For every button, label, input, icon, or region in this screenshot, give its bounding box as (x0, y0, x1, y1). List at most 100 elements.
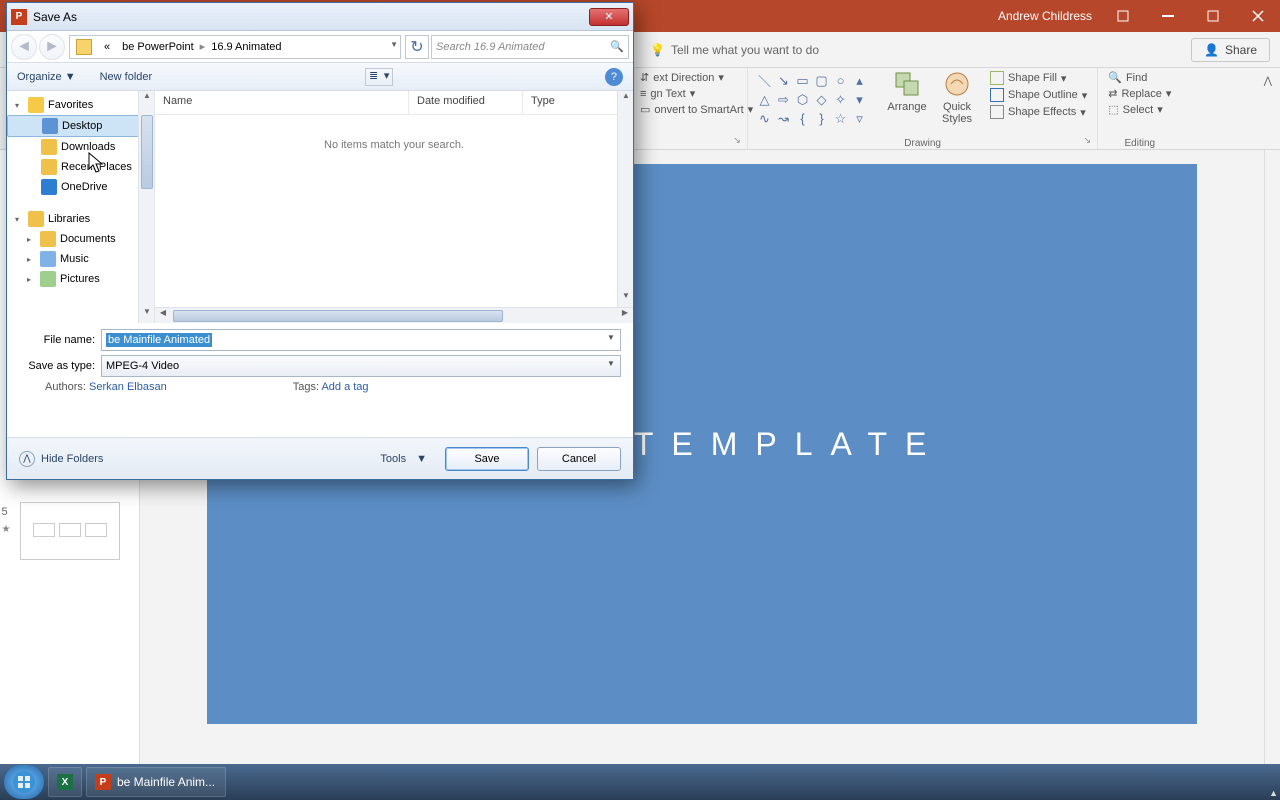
minimize-icon[interactable] (1145, 0, 1190, 32)
connector-shape-icon[interactable]: ↝ (775, 110, 792, 127)
search-icon[interactable]: 🔍 (610, 40, 624, 53)
scroll-thumb[interactable] (141, 115, 153, 189)
hide-folders-button[interactable]: ⋀ Hide Folders (19, 451, 103, 467)
shape-outline-button[interactable]: Shape Outline▾ (986, 87, 1091, 103)
nav-back-button[interactable]: ◄ (11, 34, 37, 60)
align-text-button[interactable]: ≡gn Text▾ (636, 86, 741, 101)
pp-user[interactable]: Andrew Childress (998, 9, 1092, 23)
hscroll-right-icon[interactable]: ▶ (617, 308, 633, 324)
fl-scroll-up-icon[interactable]: ▲ (618, 91, 634, 107)
tree-onedrive[interactable]: OneDrive (7, 177, 154, 197)
select-icon: ⬚ (1108, 103, 1118, 116)
save-button[interactable]: Save (445, 447, 529, 471)
cancel-button[interactable]: Cancel (537, 447, 621, 471)
column-modified[interactable]: Date modified (409, 91, 523, 114)
show-hidden-icons-icon[interactable]: ▲ (1269, 788, 1278, 798)
hexagon-shape-icon[interactable]: ⬡ (794, 91, 811, 108)
lbrace-shape-icon[interactable]: { (794, 110, 811, 127)
dialog-launcher-icon[interactable]: ↘ (731, 135, 743, 147)
start-button[interactable] (4, 765, 44, 799)
triangle-shape-icon[interactable]: △ (756, 91, 773, 108)
ribbon-display-icon[interactable] (1100, 0, 1145, 32)
tree-documents[interactable]: ▸Documents (7, 229, 154, 249)
tools-button[interactable]: Tools▼ (370, 449, 437, 469)
tree-recent-places[interactable]: Recent Places (7, 157, 154, 177)
quick-styles-button[interactable]: Quick Styles (932, 70, 982, 125)
rect-shape-icon[interactable]: ▭ (794, 72, 811, 89)
slide-thumb-5[interactable] (20, 502, 120, 560)
taskbar[interactable]: X P be Mainfile Anim... ▲ (0, 764, 1280, 800)
maximize-icon[interactable] (1190, 0, 1235, 32)
oval-shape-icon[interactable]: ○ (832, 72, 849, 89)
tree-favorites[interactable]: ▾Favorites (7, 95, 154, 115)
gallery-more-icon[interactable]: ▿ (851, 110, 868, 127)
breadcrumb[interactable]: « be PowerPoint ▸ 16.9 Animated ▼ (69, 35, 401, 59)
dialog-close-button[interactable]: ✕ (589, 8, 629, 26)
save-type-select[interactable]: MPEG-4 Video ▼ (101, 355, 621, 377)
callout-shape-icon[interactable]: ◇ (813, 91, 830, 108)
organize-button[interactable]: Organize ▼ (17, 71, 76, 83)
column-name[interactable]: Name (155, 91, 409, 114)
convert-smartart-button[interactable]: ▭onvert to SmartArt▾ (636, 102, 741, 117)
tree-pictures[interactable]: ▸Pictures (7, 269, 154, 289)
text-direction-button[interactable]: ⇵ext Direction▾ (636, 70, 741, 85)
more-shapes-up-icon[interactable]: ▴ (851, 72, 868, 89)
tree-downloads[interactable]: Downloads (7, 137, 154, 157)
tell-me-box[interactable]: 💡 Tell me what you want to do (650, 43, 1191, 57)
filelist-h-scrollbar[interactable]: ◀ ▶ (155, 307, 633, 323)
drawing-dialog-launcher-icon[interactable]: ↘ (1081, 135, 1093, 147)
arrow-shape-icon[interactable]: ⇨ (775, 91, 792, 108)
hscroll-left-icon[interactable]: ◀ (155, 308, 171, 324)
line-arrow-icon[interactable]: ↘ (775, 72, 792, 89)
line-shape-icon[interactable]: ＼ (756, 72, 773, 89)
file-list[interactable]: Name Date modified Type No items match y… (155, 91, 633, 323)
hscroll-thumb[interactable] (173, 310, 503, 322)
help-icon[interactable]: ? (605, 68, 623, 86)
nav-forward-button[interactable]: ► (39, 34, 65, 60)
search-input[interactable]: Search 16.9 Animated 🔍 (431, 35, 629, 59)
replace-button[interactable]: ⇄Replace▾ (1104, 86, 1175, 101)
shapes-gallery[interactable]: ＼ ↘ ▭ ▢ ○ ▴ △ ⇨ ⬡ ◇ ✧ ▾ ∿ ↝ { } ☆ ▿ (754, 70, 882, 129)
nav-tree[interactable]: ▾Favorites Desktop Downloads Recent Plac… (7, 91, 155, 323)
dialog-titlebar[interactable]: P Save As ✕ (7, 3, 633, 31)
favorites-label: Favorites (48, 99, 93, 111)
breadcrumb-prefix[interactable]: « (98, 41, 116, 53)
close-icon[interactable] (1235, 0, 1280, 32)
vertical-scrollbar[interactable] (1264, 150, 1280, 768)
curve-shape-icon[interactable]: ∿ (756, 110, 773, 127)
tree-music[interactable]: ▸Music (7, 249, 154, 269)
fl-scroll-down-icon[interactable]: ▼ (618, 291, 634, 307)
refresh-button[interactable]: ↻ (405, 35, 429, 59)
share-button[interactable]: 👤 Share (1191, 38, 1270, 62)
rbrace-shape-icon[interactable]: } (813, 110, 830, 127)
shape-effects-button[interactable]: Shape Effects▾ (986, 104, 1091, 120)
arrange-button[interactable]: Arrange (882, 70, 932, 113)
tree-desktop[interactable]: Desktop (7, 115, 154, 137)
star5-shape-icon[interactable]: ☆ (832, 110, 849, 127)
save-type-dropdown-icon[interactable]: ▼ (604, 359, 618, 373)
shape-fill-button[interactable]: Shape Fill▾ (986, 70, 1091, 86)
view-options-button[interactable]: ≣▾ (365, 68, 393, 86)
breadcrumb-item-2[interactable]: 16.9 Animated (205, 41, 287, 53)
tree-libraries[interactable]: ▾Libraries (7, 209, 154, 229)
select-button[interactable]: ⬚Select▾ (1104, 102, 1175, 117)
taskbar-excel[interactable]: X (48, 767, 82, 797)
file-name-input[interactable]: be Mainfile Animated ▼ (101, 329, 621, 351)
scroll-down-icon[interactable]: ▼ (139, 307, 155, 323)
find-button[interactable]: 🔍Find (1104, 70, 1175, 85)
collapse-ribbon-icon[interactable]: ⋀ (1264, 76, 1272, 87)
tags-value[interactable]: Add a tag (321, 381, 368, 393)
rounded-rect-icon[interactable]: ▢ (813, 72, 830, 89)
taskbar-powerpoint[interactable]: P be Mainfile Anim... (86, 767, 226, 797)
authors-value[interactable]: Serkan Elbasan (89, 381, 167, 393)
breadcrumb-dropdown-icon[interactable]: ▼ (390, 40, 398, 49)
tree-scrollbar[interactable]: ▲ ▼ (138, 91, 154, 323)
scroll-up-icon[interactable]: ▲ (139, 91, 155, 107)
breadcrumb-item-1[interactable]: be PowerPoint (116, 41, 200, 53)
star-shape-icon[interactable]: ✧ (832, 91, 849, 108)
filelist-v-scrollbar[interactable]: ▲ ▼ (617, 91, 633, 307)
pictures-label: Pictures (60, 273, 100, 285)
more-shapes-down-icon[interactable]: ▾ (851, 91, 868, 108)
new-folder-button[interactable]: New folder (100, 71, 153, 83)
file-name-dropdown-icon[interactable]: ▼ (604, 333, 618, 347)
